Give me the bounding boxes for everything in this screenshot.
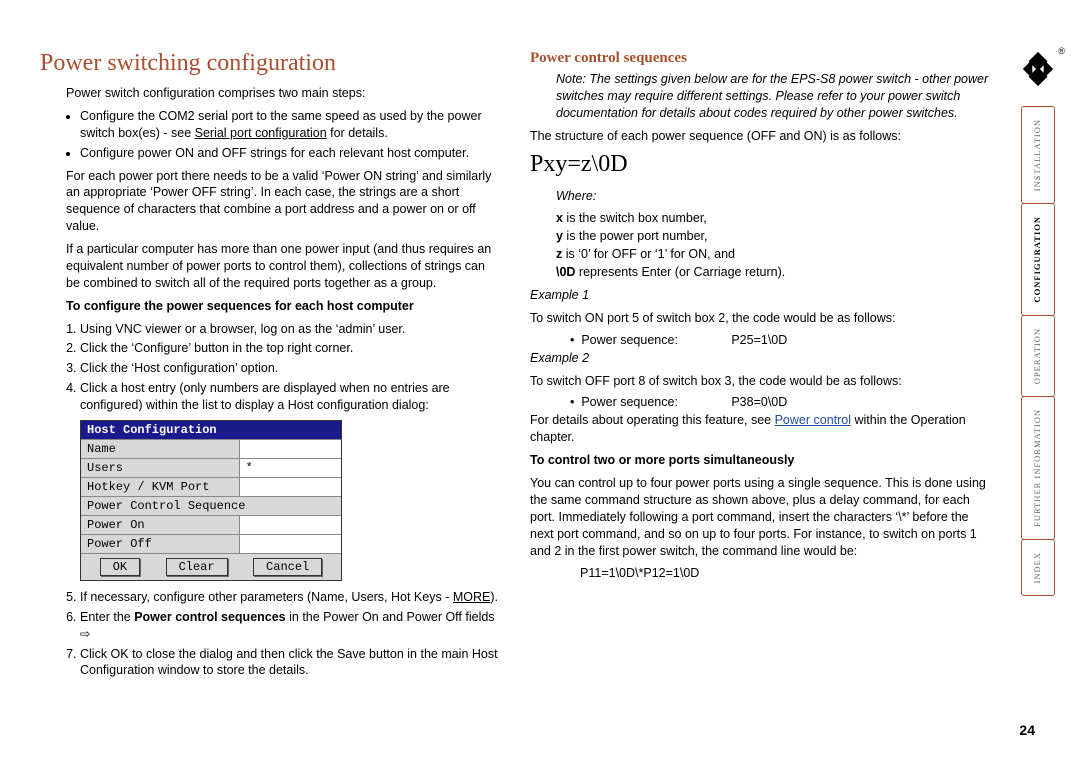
nav-further-info[interactable]: FURTHER INFORMATION [1021, 396, 1055, 540]
users-field[interactable]: * [239, 459, 341, 477]
note: Note: The settings given below are for t… [530, 71, 990, 122]
side-navigation: ® INSTALLATION CONFIGURATION OPERATION F… [1006, 50, 1070, 595]
multi-text: You can control up to four power ports u… [530, 475, 990, 559]
ok-button[interactable]: OK [100, 558, 140, 576]
subheading: To configure the power sequences for eac… [40, 298, 500, 315]
example-text: To switch ON port 5 of switch box 2, the… [530, 310, 990, 327]
nav-index[interactable]: INDEX [1021, 539, 1055, 596]
intro-text: The structure of each power sequence (OF… [530, 128, 990, 145]
nav-installation[interactable]: INSTALLATION [1021, 106, 1055, 204]
example-text: To switch OFF port 8 of switch box 3, th… [530, 373, 990, 390]
step: If necessary, configure other parameters… [80, 589, 500, 606]
right-column: Power control sequences Note: The settin… [530, 50, 990, 685]
hotkey-field[interactable] [239, 478, 341, 496]
power-sequence: • Power sequence:P25=1\0D [530, 333, 990, 347]
step: Using VNC viewer or a browser, log on as… [80, 321, 500, 338]
field-label: Name [81, 440, 239, 458]
section-title: Power control sequences [530, 50, 990, 67]
step: Click OK to close the dialog and then cl… [80, 646, 500, 680]
field-label: Users [81, 459, 239, 477]
dialog-title: Host Configuration [81, 421, 341, 439]
registered-icon: ® [1058, 46, 1065, 56]
where-line: y is the power port number, [556, 228, 990, 245]
intro-text: Power switch configuration comprises two… [40, 85, 500, 102]
formula: Pxy=z\0D [530, 151, 990, 178]
example-label: Example 2 [530, 350, 990, 367]
para: If a particular computer has more than o… [40, 241, 500, 292]
where-line: x is the switch box number, [556, 210, 990, 227]
nav-operation[interactable]: OPERATION [1021, 315, 1055, 397]
step: Enter the Power control sequences in the… [80, 609, 500, 643]
cancel-button[interactable]: Cancel [253, 558, 322, 576]
arrow-right-icon: ⇨ [80, 627, 90, 641]
page-title: Power switching configuration [40, 50, 500, 77]
field-label: Hotkey / KVM Port [81, 478, 239, 496]
step: Click a host entry (only numbers are dis… [80, 380, 500, 414]
bullet: Configure power ON and OFF strings for e… [80, 145, 500, 162]
where-line: z is ‘0’ for OFF or ‘1’ for ON, and [556, 246, 990, 263]
left-column: Power switching configuration Power swit… [40, 50, 500, 685]
power-off-field[interactable] [239, 535, 341, 553]
field-label: Power Off [81, 535, 239, 553]
subheading: To control two or more ports simultaneou… [530, 452, 990, 469]
host-config-dialog: Host Configuration Name Users* Hotkey / … [80, 420, 342, 581]
field-label: Power On [81, 516, 239, 534]
link-serial-port[interactable]: Serial port configuration [195, 126, 327, 140]
nav-configuration[interactable]: CONFIGURATION [1021, 203, 1055, 316]
power-sequence: • Power sequence:P38=0\0D [530, 395, 990, 409]
logo-icon: ® [1019, 50, 1057, 88]
page-number: 24 [1019, 722, 1035, 738]
details-text: For details about operating this feature… [530, 412, 990, 446]
field-label: Power Control Sequence [81, 497, 341, 515]
where-line: \0D represents Enter (or Carriage return… [556, 264, 990, 281]
name-field[interactable] [239, 440, 341, 458]
where-label: Where: [530, 188, 990, 205]
command-line: P11=1\0D\*P12=1\0D [530, 565, 990, 582]
para: For each power port there needs to be a … [40, 168, 500, 236]
power-on-field[interactable] [239, 516, 341, 534]
step: Click the ‘Host configuration’ option. [80, 360, 500, 377]
step: Click the ‘Configure’ button in the top … [80, 340, 500, 357]
link-power-control[interactable]: Power control [775, 413, 851, 427]
link-more[interactable]: MORE [453, 590, 491, 604]
example-label: Example 1 [530, 287, 990, 304]
bullet: Configure the COM2 serial port to the sa… [80, 108, 500, 142]
clear-button[interactable]: Clear [166, 558, 228, 576]
